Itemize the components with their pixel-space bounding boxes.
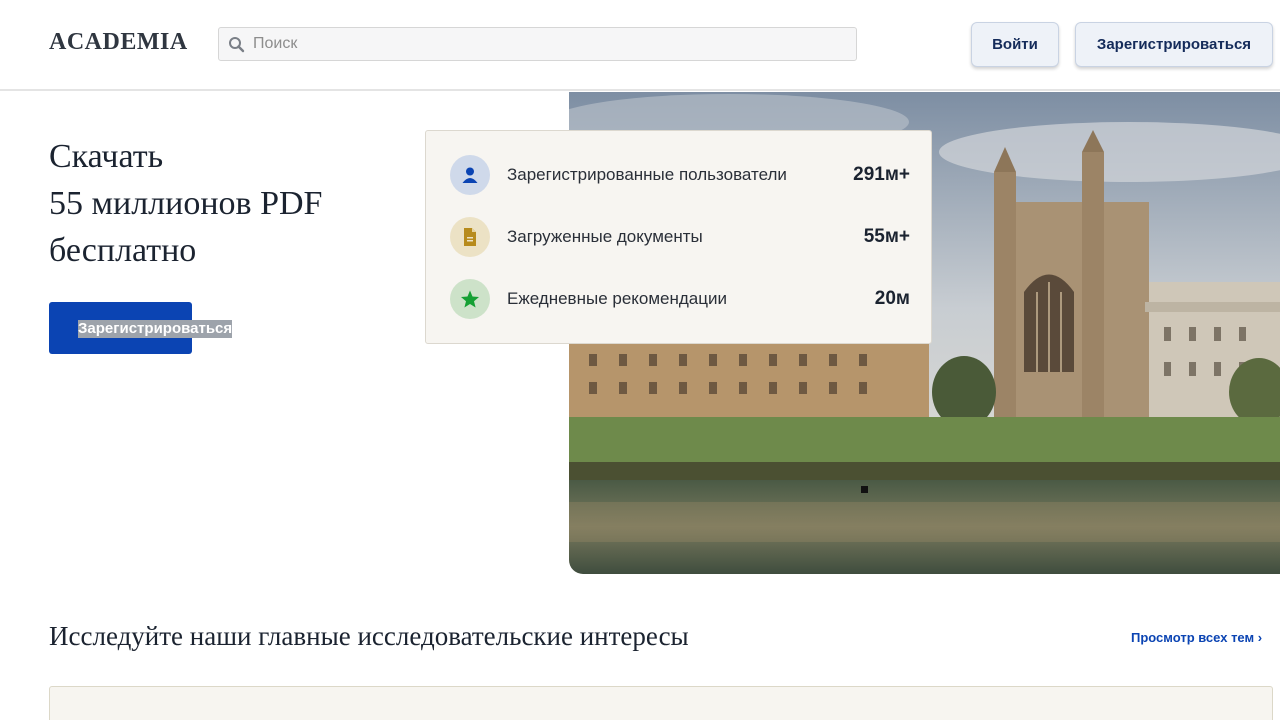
stat-label: Загруженные документы — [507, 227, 703, 246]
search-icon — [229, 37, 245, 53]
search-input[interactable] — [253, 28, 848, 60]
topics-container — [49, 686, 1273, 720]
hero-title-line-1: Скачать — [49, 138, 164, 175]
stat-label: Зарегистрированные пользователи — [507, 165, 787, 184]
stat-row-documents: Загруженные документы 55м+ — [450, 217, 910, 257]
star-icon — [450, 279, 490, 319]
stat-value: 55м+ — [863, 226, 910, 247]
stat-value: 20м — [874, 288, 910, 309]
hero-signup-label[interactable]: Зарегистрироваться — [78, 320, 233, 338]
hero-title-line-3: бесплатно — [49, 232, 197, 269]
hero-title: Скачать 55 миллионов PDF бесплатно — [49, 133, 409, 274]
signup-button[interactable]: Зарегистрироваться — [1075, 22, 1273, 67]
view-all-topics-link[interactable]: Просмотр всех тем › — [1131, 630, 1262, 645]
document-icon — [450, 217, 490, 257]
search-bar[interactable] — [218, 27, 857, 61]
research-interests-title: Исследуйте наши главные исследовательски… — [49, 621, 689, 651]
stat-row-recommendations: Ежедневные рекомендации 20м — [450, 279, 910, 319]
stat-label: Ежедневные рекомендации — [507, 289, 727, 308]
stat-value: 291м+ — [853, 164, 910, 185]
user-icon — [450, 155, 490, 195]
login-button[interactable]: Войти — [971, 22, 1059, 67]
hero-title-line-2: 55 миллионов PDF — [49, 185, 323, 222]
top-header: ACADEMIA Войти Зарегистрироваться — [0, 0, 1280, 91]
stats-card: Зарегистрированные пользователи 291м+ За… — [425, 130, 932, 344]
academia-logo[interactable]: ACADEMIA — [49, 29, 188, 56]
stat-row-users: Зарегистрированные пользователи 291м+ — [450, 155, 910, 195]
